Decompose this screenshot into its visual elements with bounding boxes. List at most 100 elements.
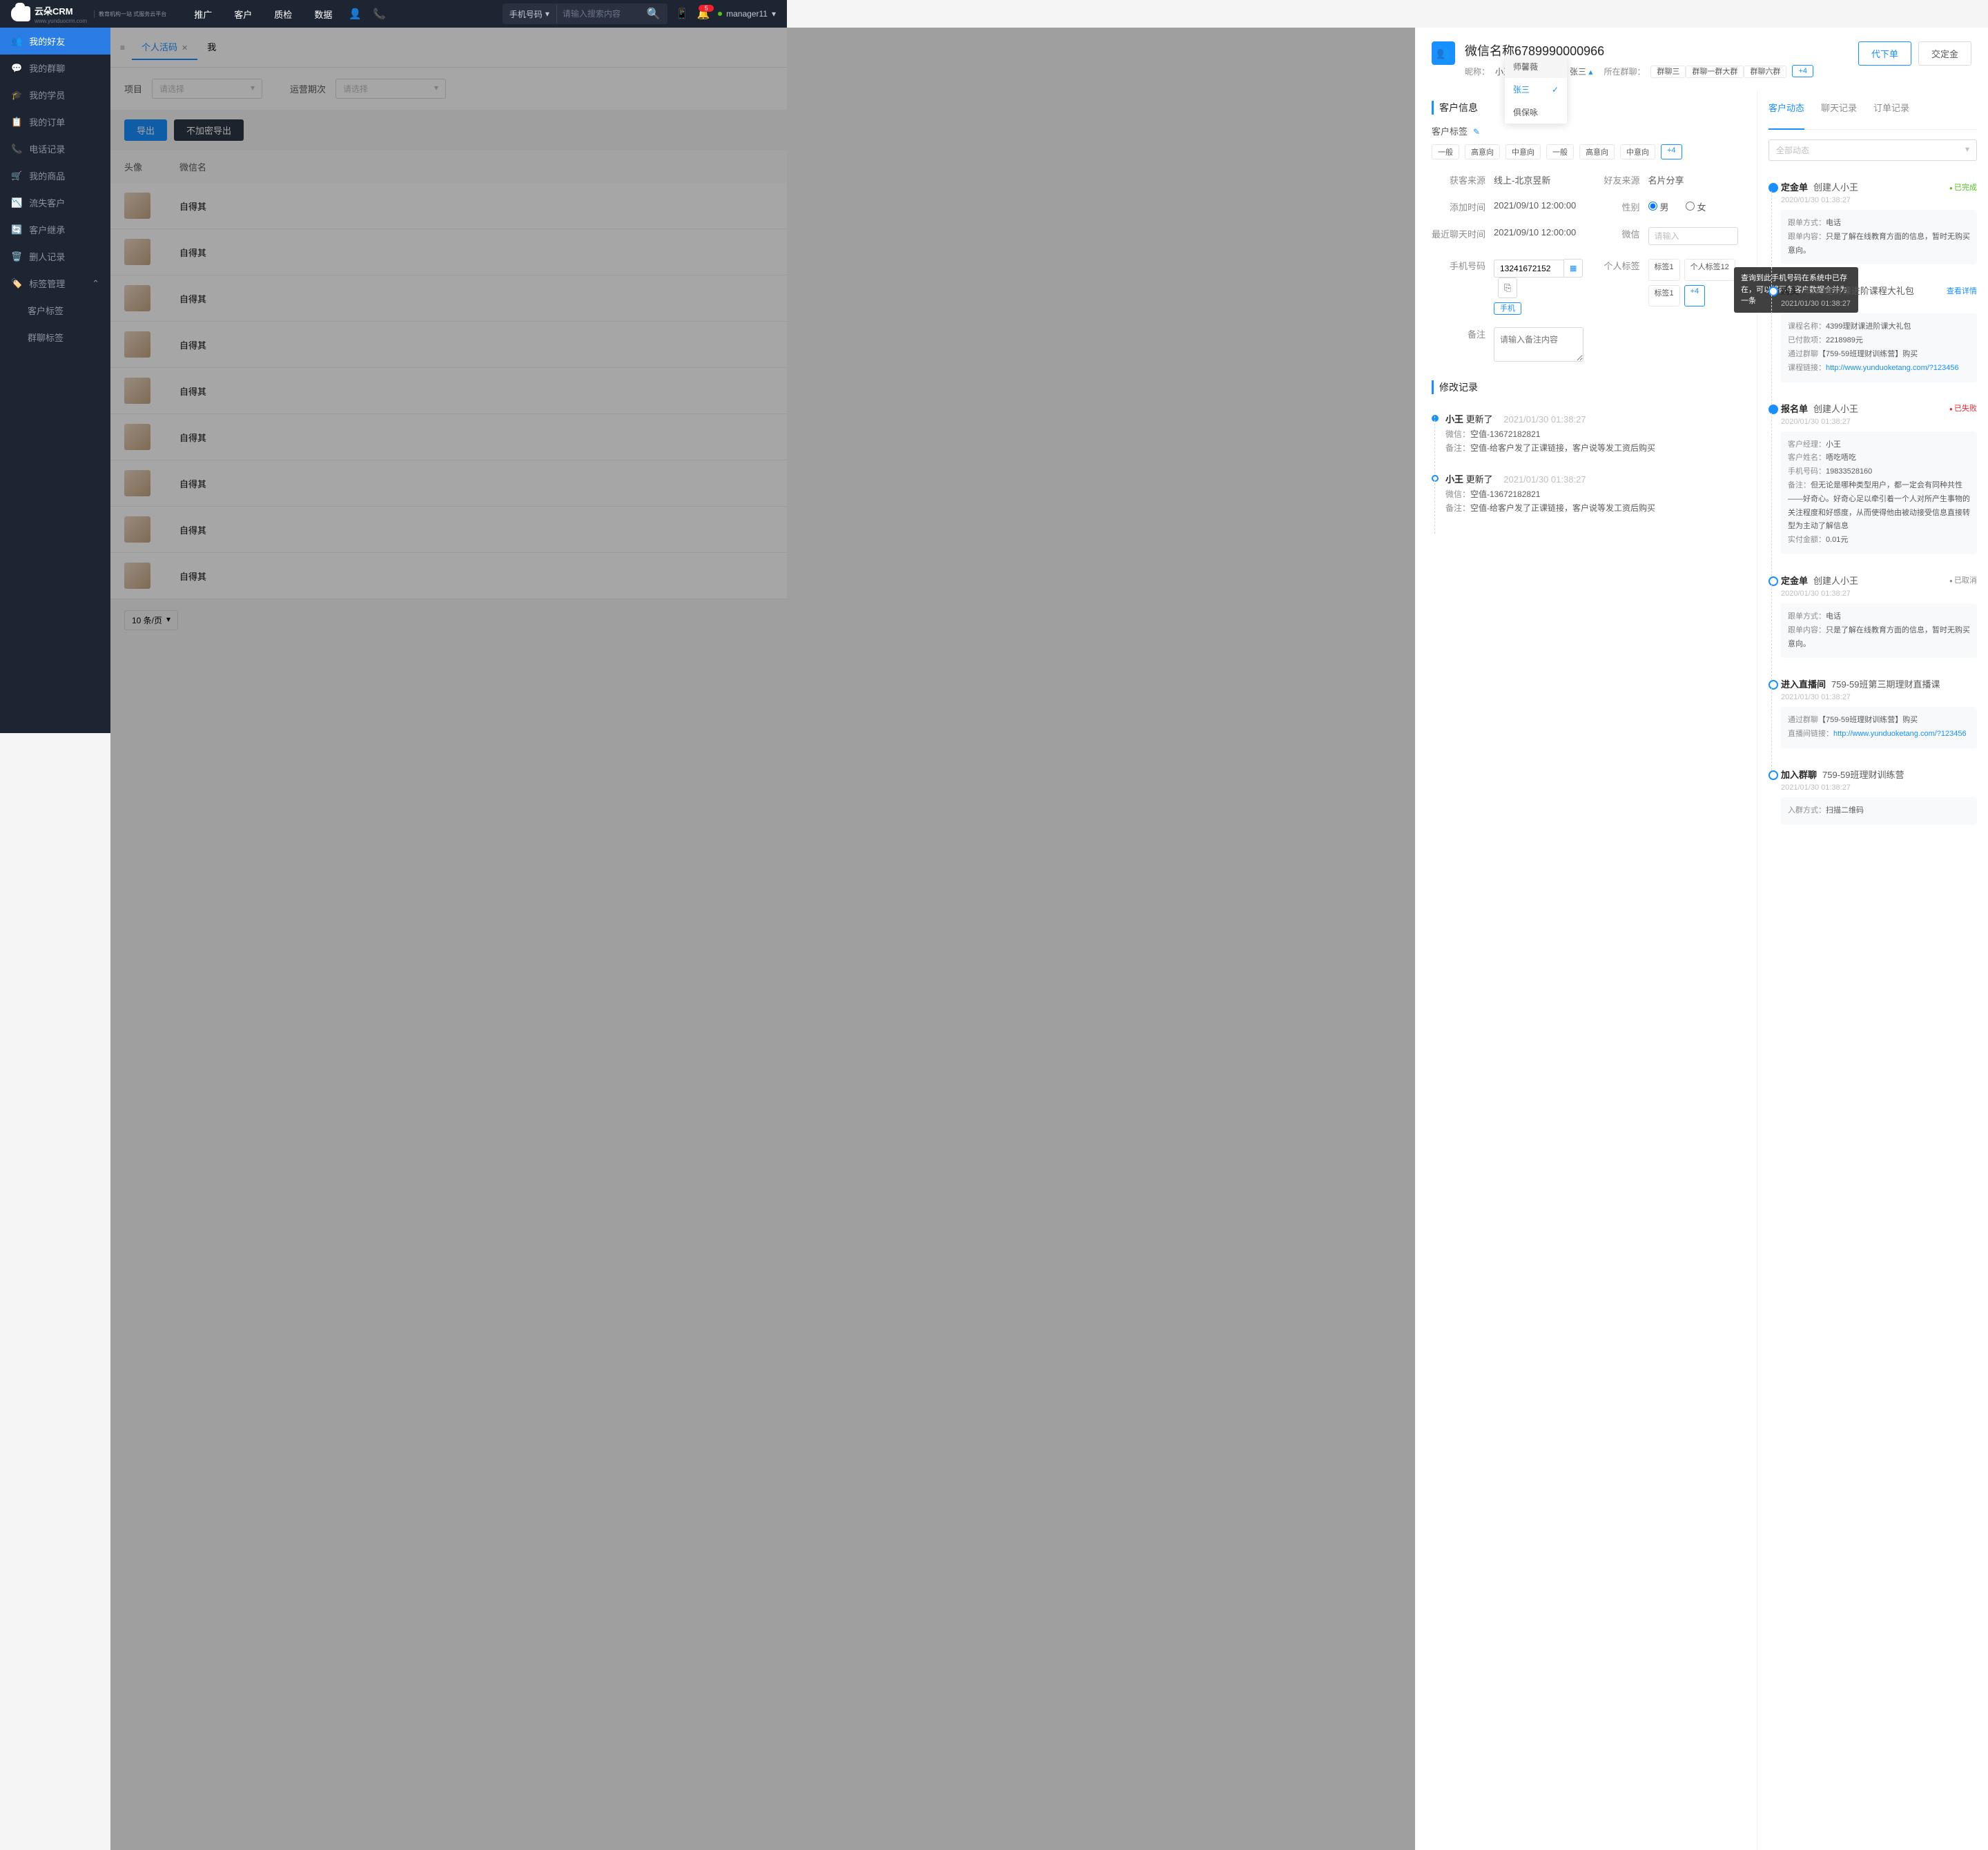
logo-icon — [11, 6, 30, 21]
mobile-icon[interactable]: 📱 — [676, 8, 689, 20]
right-tab[interactable]: 订单记录 — [1873, 101, 1909, 119]
search-bar: 手机号码▾ 🔍 — [503, 3, 667, 24]
bell-icon[interactable]: 🔔 — [696, 8, 710, 20]
remark-input[interactable] — [1494, 327, 1583, 362]
nav-推广[interactable]: 推广 — [194, 8, 212, 21]
nav-数据[interactable]: 数据 — [314, 8, 332, 21]
customer-drawer: 👥 微信名称6789990000966 昵称：小王 客户经理：张三 ▴ 所在群聊… — [1415, 28, 1988, 1850]
mod-record: 小王 更新了 2021/01/30 01:38:27微信：空值-13672182… — [1432, 464, 1740, 524]
event-item: 报名单 创建人小王已失败2020/01/30 01:38:27客户经理：小王客户… — [1768, 392, 1977, 564]
sidebar-icon: 🔄 — [11, 224, 22, 235]
event-detail-box: 跟单方式：电话跟单内容：只是了解在线教育方面的信息，暂时无购买意向。 — [1781, 210, 1977, 264]
mgr-value[interactable]: 张三 ▴ — [1570, 66, 1592, 77]
sidebar-sub-item[interactable]: 客户标签 — [0, 297, 110, 324]
sidebar-item-8[interactable]: 🗑️删人记录 — [0, 243, 110, 270]
sidebar-icon: 🗑️ — [11, 251, 22, 262]
event-time: 2021/01/30 01:38:27 — [1781, 693, 1977, 701]
remark-label: 备注 — [1432, 327, 1494, 364]
search-type-select[interactable]: 手机号码▾ — [503, 5, 557, 23]
timeline-dot — [1432, 475, 1439, 482]
sidebar-item-0[interactable]: 👥我的好友 — [0, 28, 110, 55]
fsrc-value: 名片分享 — [1648, 173, 1741, 186]
section-info-title: 客户信息 — [1432, 101, 1740, 115]
view-detail-link[interactable]: 查看详情 — [1947, 285, 1977, 296]
edit-tags-icon[interactable]: ✎ — [1473, 127, 1480, 137]
order-button[interactable]: 代下单 — [1858, 41, 1911, 66]
sidebar-item-2[interactable]: 🎓我的学员 — [0, 81, 110, 108]
sidebar-icon: 📉 — [11, 197, 22, 208]
right-tab[interactable]: 客户动态 — [1768, 101, 1804, 130]
sidebar-item-5[interactable]: 🛒我的商品 — [0, 162, 110, 189]
nav-客户[interactable]: 客户 — [234, 8, 252, 21]
event-detail-box: 跟单方式：电话跟单内容：只是了解在线教育方面的信息，暂时无购买意向。 — [1781, 603, 1977, 658]
fsrc-label: 好友来源 — [1586, 173, 1648, 186]
sidebar-item-6[interactable]: 📉流失客户 — [0, 189, 110, 216]
group-tag: 群聊三 — [1650, 66, 1686, 78]
grp-more[interactable]: +4 — [1792, 65, 1813, 77]
mgr-dropdown: 师馨薇张三✓俱保咏 — [1505, 55, 1567, 124]
timeline-dot — [1432, 415, 1439, 422]
search-icon[interactable]: 🔍 — [640, 3, 667, 24]
event-time: 2021/01/30 01:38:27 — [1781, 783, 1977, 792]
nick-label: 昵称： — [1465, 66, 1490, 77]
personal-tag: 标签1 — [1648, 259, 1680, 281]
right-tab[interactable]: 聊天记录 — [1821, 101, 1857, 119]
dropdown-option[interactable]: 俱保咏 — [1505, 101, 1567, 124]
user-icon[interactable]: 👤 — [349, 8, 362, 20]
phone-tag: 手机 — [1494, 302, 1521, 315]
event-status: 已失败 — [1949, 402, 1977, 413]
nav-质检[interactable]: 质检 — [274, 8, 292, 21]
copy-icon[interactable]: ⎘ — [1498, 278, 1517, 298]
phone-icon[interactable]: 📞 — [373, 8, 386, 20]
qr-icon[interactable]: ▦ — [1570, 264, 1577, 273]
tags-more[interactable]: +4 — [1661, 144, 1682, 159]
personal-tag: 个人标签12 — [1684, 259, 1735, 281]
user-menu[interactable]: manager11▾ — [718, 9, 776, 19]
sex-female-radio[interactable]: 女 — [1686, 200, 1706, 213]
event-detail-box: 通过群聊【759-59班理财训练营】购买直播间链接：http://www.yun… — [1781, 707, 1977, 748]
add-value: 2021/09/10 12:00:00 — [1494, 200, 1586, 213]
sidebar-icon: 📋 — [11, 117, 22, 128]
search-input[interactable] — [557, 6, 640, 22]
event-status: 已完成 — [1949, 182, 1977, 193]
event-status: 已取消 — [1949, 574, 1977, 585]
sidebar-item-3[interactable]: 📋我的订单 — [0, 108, 110, 135]
customer-tag: 一般 — [1432, 144, 1459, 159]
deposit-button[interactable]: 交定金 — [1918, 41, 1971, 66]
dropdown-option[interactable]: 张三✓ — [1505, 78, 1567, 101]
link[interactable]: http://www.yunduoketang.com/?123456 — [1826, 364, 1959, 372]
customer-avatar-icon: 👥 — [1432, 41, 1455, 65]
top-nav: 推广 客户 质检 数据 — [194, 8, 332, 21]
event-filter-select[interactable]: 全部动态▾ — [1768, 139, 1977, 161]
event-item: 定金单 创建人小王已取消2020/01/30 01:38:27跟单方式：电话跟单… — [1768, 564, 1977, 668]
event-item: 进入直播间 759-59班第三期理财直播课2021/01/30 01:38:27… — [1768, 668, 1977, 758]
chevron-down-icon: ▾ — [545, 9, 549, 19]
event-item: 加入群聊 759-59班理财训练营2021/01/30 01:38:27入群方式… — [1768, 758, 1977, 835]
ptags-more[interactable]: +4 — [1684, 285, 1706, 307]
sidebar-icon: 🛒 — [11, 171, 22, 182]
sidebar-icon: 💬 — [11, 63, 22, 74]
phone-input[interactable] — [1494, 260, 1564, 278]
logo: 云朵CRM www.yunduocrm.com 教育机构一站 式服务云平台 — [11, 4, 166, 24]
event-item: 购买 4399理财课进阶课程大礼包查看详情2021/01/30 01:38:27… — [1768, 274, 1977, 391]
sidebar-item-7[interactable]: 🔄客户继承 — [0, 216, 110, 243]
check-icon: ✓ — [1552, 85, 1559, 95]
sidebar-item-1[interactable]: 💬我的群聊 — [0, 55, 110, 81]
wx-label: 微信 — [1586, 227, 1648, 245]
sidebar-item-9[interactable]: 🏷️标签管理⌃ — [0, 270, 110, 297]
group-tag: 群聊六群 — [1744, 66, 1786, 78]
customer-tag: 中意向 — [1620, 144, 1655, 159]
event-time: 2020/01/30 01:38:27 — [1781, 418, 1977, 426]
event-detail-box: 客户经理：小王客户姓名：唔吃唔吃手机号码：19833528160备注：但无论是哪… — [1781, 431, 1977, 554]
src-value: 线上-北京昱新 — [1494, 173, 1586, 186]
sidebar-item-4[interactable]: 📞电话记录 — [0, 135, 110, 162]
link[interactable]: http://www.yunduoketang.com/?123456 — [1833, 730, 1967, 738]
header: 云朵CRM www.yunduocrm.com 教育机构一站 式服务云平台 推广… — [0, 0, 787, 28]
sex-male-radio[interactable]: 男 — [1648, 200, 1669, 213]
sidebar-icon: 👥 — [11, 36, 22, 47]
event-detail-box: 入群方式：扫描二维码 — [1781, 797, 1977, 825]
dropdown-option[interactable]: 师馨薇 — [1505, 55, 1567, 78]
sidebar-sub-item[interactable]: 群聊标签 — [0, 324, 110, 351]
wx-input[interactable] — [1648, 227, 1738, 245]
ptag-label: 个人标签 — [1586, 259, 1648, 313]
